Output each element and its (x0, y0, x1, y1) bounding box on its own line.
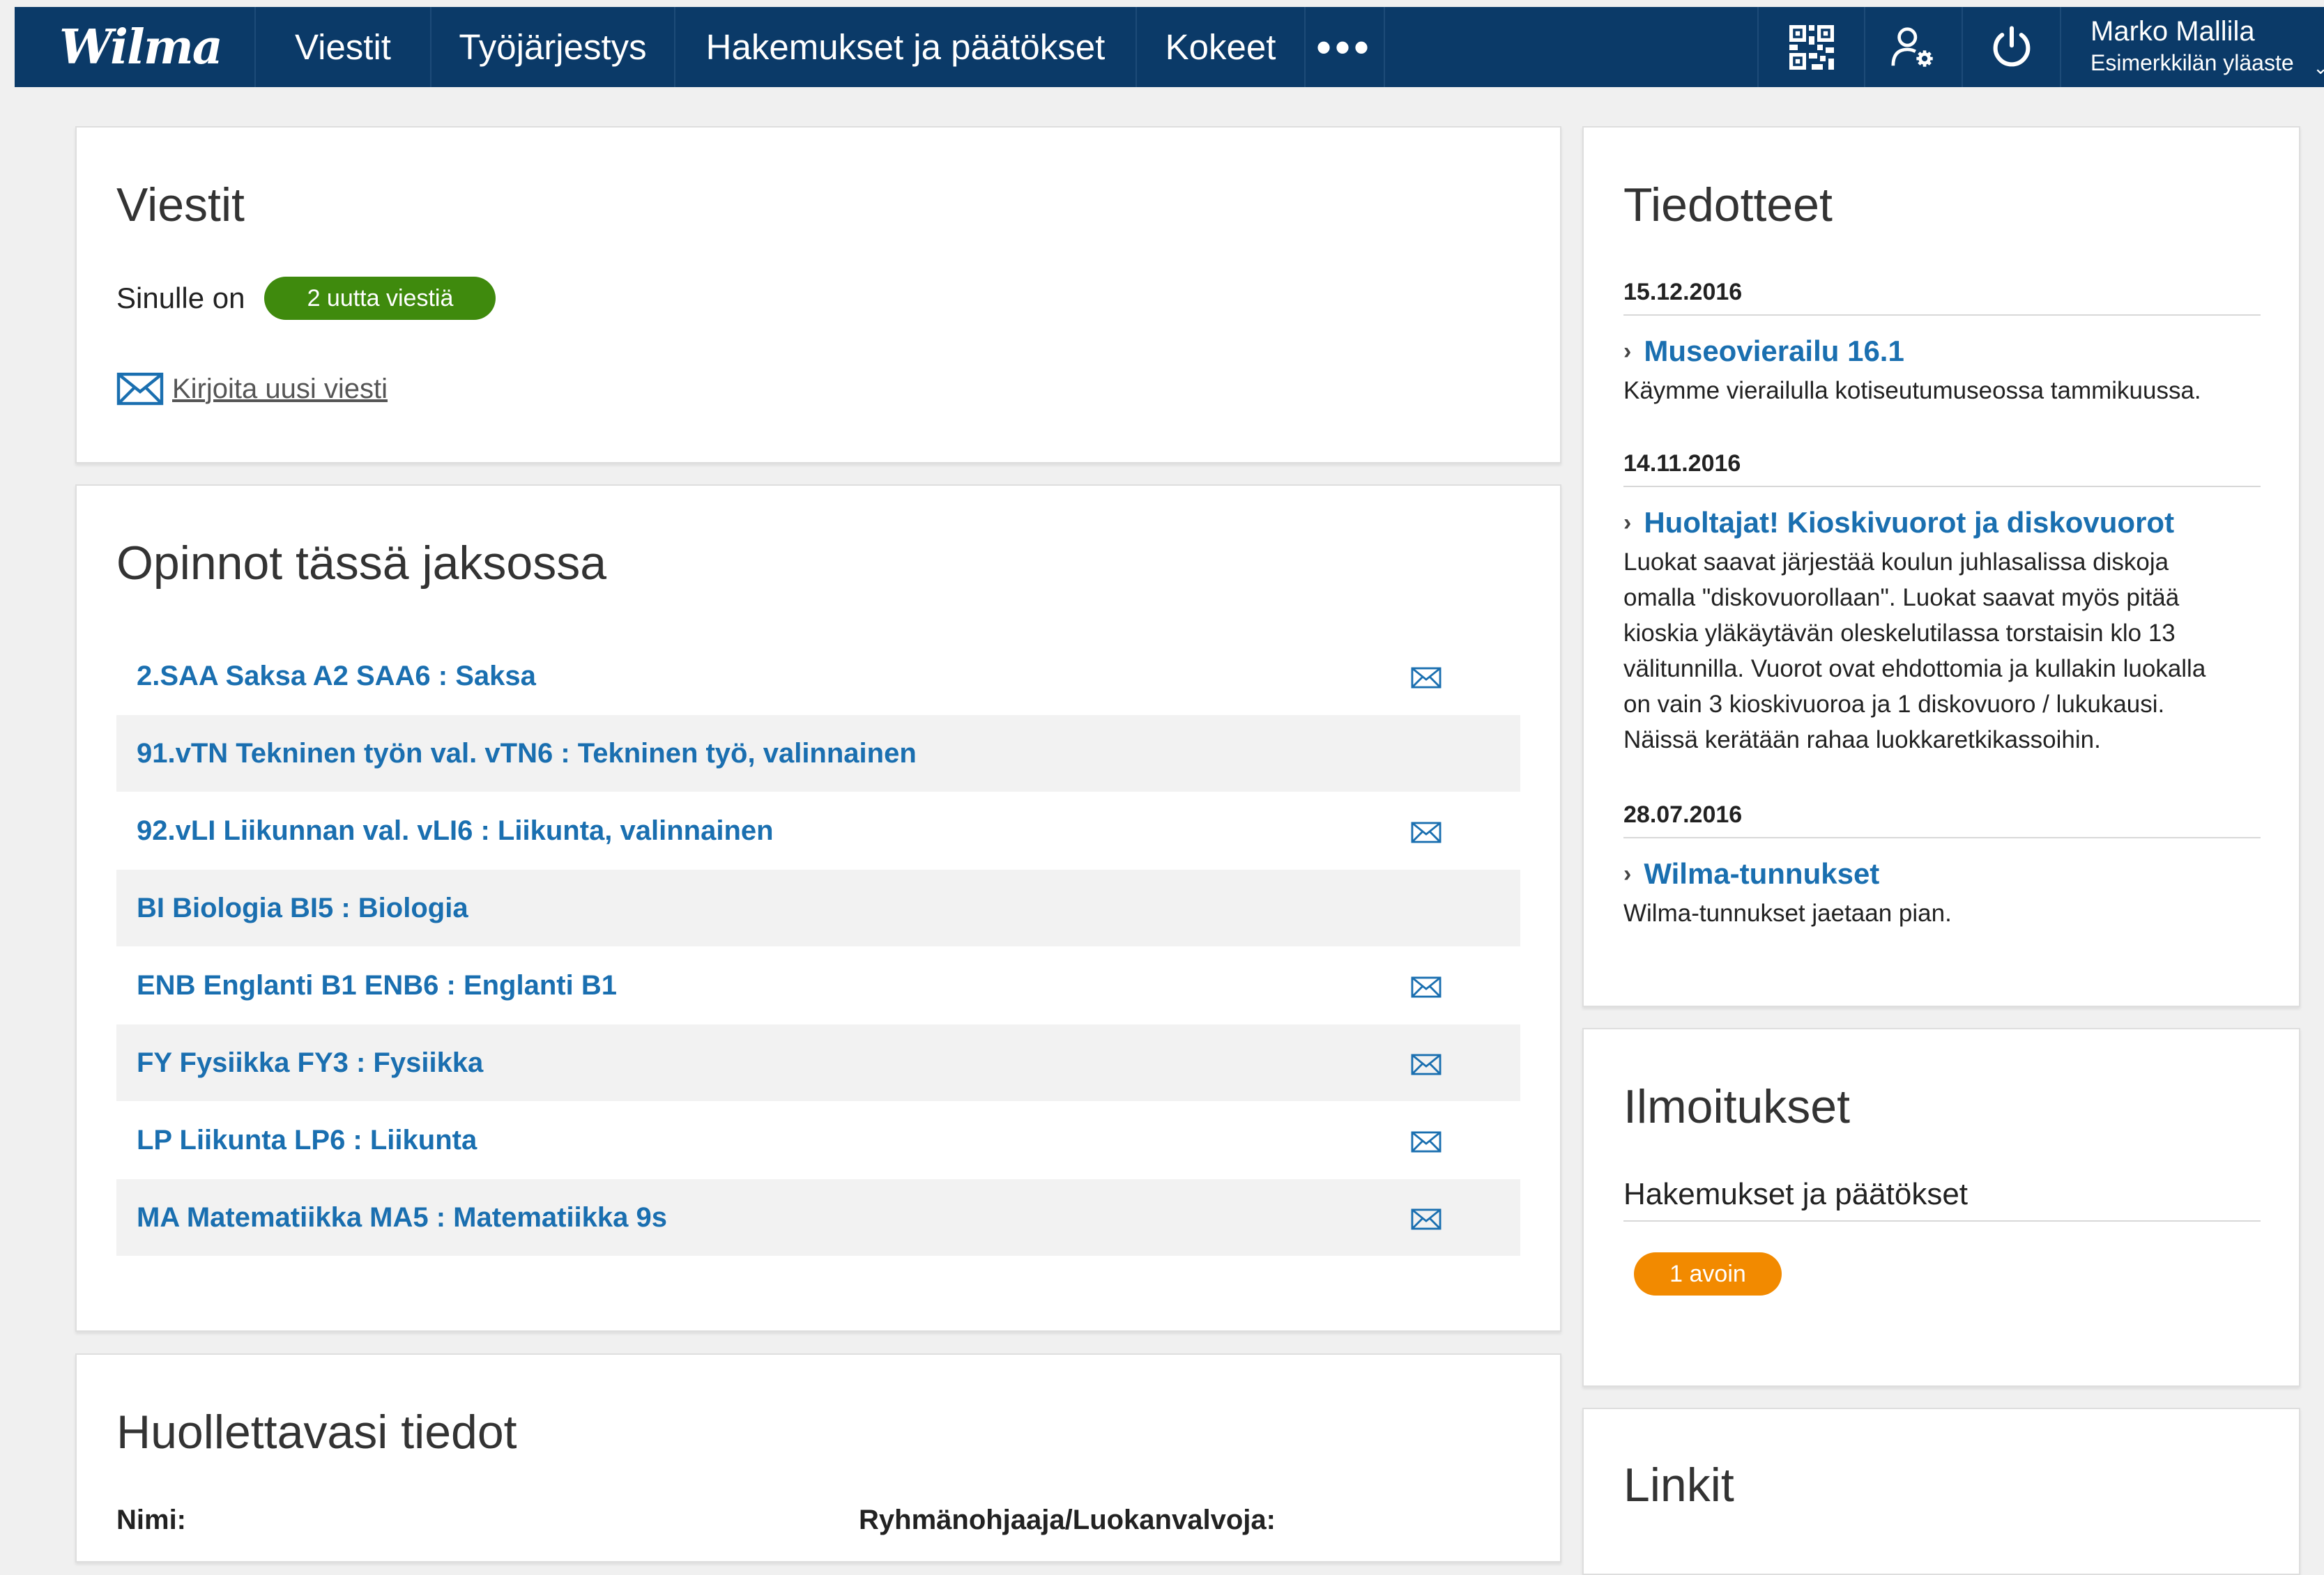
announcement-title-link[interactable]: › Huoltajat! Kioskivuorot ja diskovuorot (1623, 506, 2174, 539)
dependent-info-panel: Huollettavasi tiedot Nimi: Ryhmänohjaaja… (75, 1353, 1561, 1562)
chevron-right-icon: › (1623, 509, 1632, 536)
announcement-body-line: on vain 3 kioskivuoroa ja 1 diskovuoro /… (1623, 691, 2165, 718)
links-title: Linkit (1623, 1459, 1734, 1512)
announcement-date: 14.11.2016 (1623, 450, 2261, 487)
user-menu[interactable]: Marko Mallila Esimerkkilän yläaste ⌄ (2060, 7, 2324, 87)
dependent-info-title: Huollettavasi tiedot (116, 1406, 517, 1459)
notifications-title: Ilmoitukset (1623, 1080, 1850, 1133)
notifications-panel: Ilmoitukset Hakemukset ja päätökset 1 av… (1582, 1028, 2300, 1387)
announcement-body-line: välitunnilla. Vuorot ovat ehdottomia ja … (1623, 655, 2206, 682)
user-name: Marko Mallila (2090, 16, 2255, 47)
course-link[interactable]: ENB Englanti B1 ENB6 : Englanti B1 (137, 970, 617, 1001)
send-message-icon[interactable] (1411, 664, 1442, 689)
course-link[interactable]: FY Fysiikka FY3 : Fysiikka (137, 1047, 483, 1079)
send-message-icon[interactable] (1411, 1051, 1442, 1075)
teacher-label: Ryhmänohjaaja/Luokanvalvoja: (859, 1505, 1276, 1535)
announcement-title: Huoltajat! Kioskivuorot ja diskovuorot (1644, 506, 2175, 539)
links-panel: Linkit (1582, 1408, 2300, 1575)
course-link[interactable]: MA Matematiikka MA5 : Matematiikka 9s (137, 1202, 667, 1234)
course-link[interactable]: BI Biologia BI5 : Biologia (137, 893, 468, 924)
course-row: MA Matematiikka MA5 : Matematiikka 9s (116, 1179, 1520, 1256)
announcement-title-link[interactable]: › Wilma-tunnukset (1623, 857, 1879, 891)
envelope-icon (116, 372, 164, 406)
announcement-body-line: kioskia yläkäytävän oleskelutilassa tors… (1623, 620, 2176, 647)
announcement-title-link[interactable]: › Museovierailu 16.1 (1623, 335, 1904, 368)
announcement-body: Luokat saavat järjestää koulun juhlasali… (1623, 544, 2272, 758)
course-link[interactable]: LP Liikunta LP6 : Liikunta (137, 1125, 477, 1156)
announcement-title: Wilma-tunnukset (1644, 857, 1880, 890)
chevron-right-icon: › (1623, 861, 1632, 887)
announcement-date: 28.07.2016 (1623, 801, 2261, 838)
announcement-body-line: omalla "diskovuorollaan". Luokat saavat … (1623, 584, 2180, 611)
announcement-body-line: Luokat saavat järjestää koulun juhlasali… (1623, 548, 2169, 576)
send-message-icon[interactable] (1411, 1128, 1442, 1153)
announcement-title: Museovierailu 16.1 (1644, 335, 1904, 367)
qr-code-button[interactable] (1757, 7, 1864, 87)
top-navigation-bar: Wilma Viestit Työjärjestys Hakemukset ja… (15, 7, 2324, 87)
announcement-body: Käymme vierailulla kotiseutumuseossa tam… (1623, 373, 2272, 408)
new-messages-line: Sinulle on 2 uutta viestiä (116, 277, 496, 320)
user-settings-icon (1891, 26, 1933, 67)
announcement-date: 15.12.2016 (1623, 279, 2261, 316)
chevron-right-icon: › (1623, 338, 1632, 364)
course-row: ENB Englanti B1 ENB6 : Englanti B1 (116, 947, 1520, 1024)
nav-hakemukset[interactable]: Hakemukset ja päätökset (675, 7, 1137, 87)
logout-button[interactable] (1962, 7, 2060, 87)
announcements-panel: Tiedotteet 15.12.2016 › Museovierailu 16.1… (1582, 126, 2300, 1007)
nav-viestit[interactable]: Viestit (256, 7, 431, 87)
courses-panel: Opinnot tässä jaksossa 2.SAA Saksa A2 SA… (75, 484, 1561, 1332)
send-message-icon[interactable] (1411, 819, 1442, 843)
announcement-body: Wilma-tunnukset jaetaan pian. (1623, 896, 2272, 931)
new-messages-badge[interactable]: 2 uutta viestiä (264, 277, 496, 320)
send-message-icon[interactable] (1411, 1206, 1442, 1230)
compose-message-label: Kirjoita uusi viesti (172, 373, 388, 404)
compose-message-link[interactable]: Kirjoita uusi viesti (116, 371, 388, 406)
wilma-logo[interactable]: Wilma (15, 7, 256, 87)
announcements-title: Tiedotteet (1623, 178, 1833, 231)
send-message-icon[interactable] (1411, 974, 1442, 998)
messages-title: Viestit (116, 178, 245, 231)
nav-more-button[interactable]: ••• (1306, 7, 1385, 87)
applications-subtitle[interactable]: Hakemukset ja päätökset (1623, 1177, 2261, 1222)
course-link[interactable]: 92.vLI Liikunnan val. vLI6 : Liikunta, v… (137, 815, 774, 847)
course-row: 91.vTN Tekninen työn val. vTN6 : Teknine… (116, 715, 1520, 792)
messages-panel: Viestit Sinulle on 2 uutta viestiä Kirjo… (75, 126, 1561, 463)
course-row: 2.SAA Saksa A2 SAA6 : Saksa (116, 638, 1520, 714)
name-label: Nimi: (116, 1505, 186, 1535)
course-row: FY Fysiikka FY3 : Fysiikka (116, 1024, 1520, 1101)
announcement-body-line: Näissä kerätään rahaa luokkaretkikassoih… (1623, 726, 2101, 753)
course-link[interactable]: 2.SAA Saksa A2 SAA6 : Saksa (137, 661, 536, 692)
chevron-down-icon: ⌄ (2313, 57, 2324, 78)
courses-title: Opinnot tässä jaksossa (116, 537, 607, 590)
user-settings-button[interactable] (1864, 7, 1962, 87)
qr-code-icon (1789, 24, 1834, 70)
open-applications-badge[interactable]: 1 avoin (1634, 1252, 1782, 1296)
nav-tyojarjestys[interactable]: Työjärjestys (431, 7, 675, 87)
course-row: 92.vLI Liikunnan val. vLI6 : Liikunta, v… (116, 792, 1520, 869)
course-row: LP Liikunta LP6 : Liikunta (116, 1102, 1520, 1178)
power-icon (1993, 25, 2030, 66)
announcement-body-line: Wilma-tunnukset jaetaan pian. (1623, 900, 1952, 927)
announcement-body-line: Käymme vierailulla kotiseutumuseossa tam… (1623, 377, 2201, 404)
course-link[interactable]: 91.vTN Tekninen työn val. vTN6 : Teknine… (137, 738, 917, 769)
user-school: Esimerkkilän yläaste (2090, 50, 2294, 75)
new-messages-intro: Sinulle on (116, 282, 245, 314)
nav-kokeet[interactable]: Kokeet (1137, 7, 1306, 87)
course-row: BI Biologia BI5 : Biologia (116, 870, 1520, 946)
